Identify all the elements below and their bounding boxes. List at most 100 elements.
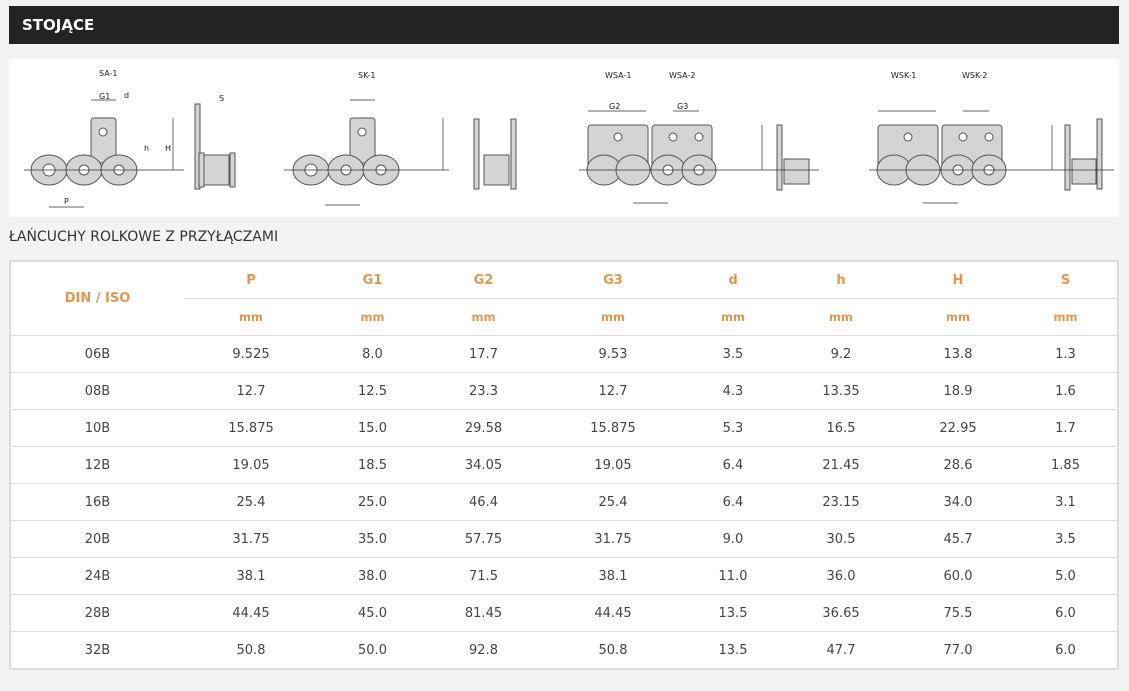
table-cell: 36.65 — [780, 594, 902, 632]
table-cell: 18.9 — [902, 372, 1014, 410]
table-cell: 34.0 — [902, 483, 1014, 521]
table-cell: 13.5 — [686, 631, 780, 670]
section-title: ŁAŃCUCHY ROLKOWE Z PRZYŁĄCZAMI — [9, 229, 279, 245]
col-header-H: H — [902, 261, 1014, 299]
unit: mm — [427, 298, 540, 336]
table-cell: 06B — [10, 335, 184, 373]
diagram-label-sk1: SK-1 — [358, 71, 375, 80]
table-cell: 57.75 — [427, 520, 540, 558]
unit: mm — [184, 298, 318, 336]
table-cell: 12B — [10, 446, 184, 484]
table-cell: 25.4 — [184, 483, 318, 521]
col-header-g2: G2 — [427, 261, 540, 299]
table-cell: 92.8 — [427, 631, 540, 670]
table-cell: 5.0 — [1014, 557, 1118, 595]
unit: mm — [540, 298, 686, 336]
specs-table: DIN / ISO P G1 G2 G3 d h H S mm mm mm mm… — [9, 260, 1119, 670]
table-cell: 77.0 — [902, 631, 1014, 670]
diagram-label-wsk1: WSK-1 — [891, 71, 916, 80]
table-cell: 28.6 — [902, 446, 1014, 484]
table-cell: 25.0 — [318, 483, 427, 521]
table-cell: 71.5 — [427, 557, 540, 595]
table-cell: 6.4 — [686, 446, 780, 484]
table-cell: 9.53 — [540, 335, 686, 373]
col-header-din-iso: DIN / ISO — [10, 261, 184, 336]
dim-g1: G1 — [99, 92, 110, 101]
table-cell: 81.45 — [427, 594, 540, 632]
table-cell: 32B — [10, 631, 184, 670]
unit: mm — [1014, 298, 1118, 336]
table-cell: 13.35 — [780, 372, 902, 410]
col-header-g3: G3 — [540, 261, 686, 299]
table-cell: 19.05 — [540, 446, 686, 484]
table-cell: 15.875 — [184, 409, 318, 447]
table-cell: 31.75 — [540, 520, 686, 558]
table-cell: 46.4 — [427, 483, 540, 521]
unit: mm — [902, 298, 1014, 336]
table-cell: 50.8 — [184, 631, 318, 670]
table-cell: 38.0 — [318, 557, 427, 595]
table-cell: 6.4 — [686, 483, 780, 521]
table-cell: 29.58 — [427, 409, 540, 447]
table-cell: 4.3 — [686, 372, 780, 410]
table-cell: 11.0 — [686, 557, 780, 595]
table-cell: 23.3 — [427, 372, 540, 410]
table-cell: 13.8 — [902, 335, 1014, 373]
table-cell: 1.85 — [1014, 446, 1118, 484]
dim-d: d — [124, 91, 129, 100]
table-cell: 3.5 — [1014, 520, 1118, 558]
table-cell: 75.5 — [902, 594, 1014, 632]
table-row: 24B 38.1 38.0 71.5 38.1 11.0 36.0 60.0 5.0 — [10, 557, 1118, 595]
table-cell: 8.0 — [318, 335, 427, 373]
table-cell: 08B — [10, 372, 184, 410]
chain-diagrams: SA-1 SK-1 WSA-1 WSA-2 WSK-1 WSK-2 G1 d h… — [24, 69, 1114, 208]
table-cell: 30.5 — [780, 520, 902, 558]
table-cell: 12.7 — [540, 372, 686, 410]
table-cell: 60.0 — [902, 557, 1014, 595]
table-row: 32B 50.8 50.0 92.8 50.8 13.5 47.7 77.0 6.0 — [10, 631, 1118, 670]
table-cell: 50.8 — [540, 631, 686, 670]
dim-p: P — [64, 197, 69, 206]
col-header-p: P — [184, 261, 318, 299]
table-cell: 1.7 — [1014, 409, 1118, 447]
table-cell: 5.3 — [686, 409, 780, 447]
table-cell: 50.0 — [318, 631, 427, 670]
table-cell: 13.5 — [686, 594, 780, 632]
table-cell: 9.0 — [686, 520, 780, 558]
table-cell: 9.525 — [184, 335, 318, 373]
table-row: 20B 31.75 35.0 57.75 31.75 9.0 30.5 45.7 3.5 — [10, 520, 1118, 558]
table-row: 28B 44.45 45.0 81.45 44.45 13.5 36.65 75.5 6.0 — [10, 594, 1118, 632]
table-cell: 12.7 — [184, 372, 318, 410]
table-cell: 21.45 — [780, 446, 902, 484]
table-cell: 3.1 — [1014, 483, 1118, 521]
table-cell: 10B — [10, 409, 184, 447]
table-row: 16B 25.4 25.0 46.4 25.4 6.4 23.15 34.0 3.1 — [10, 483, 1118, 521]
unit: mm — [318, 298, 427, 336]
table-cell: 44.45 — [540, 594, 686, 632]
diagram-label-wsa2: WSA-2 — [669, 71, 695, 80]
table-row: 06B 9.525 8.0 17.7 9.53 3.5 9.2 13.8 1.3 — [10, 335, 1118, 373]
dim-g2: G2 — [609, 102, 620, 111]
table-cell: 3.5 — [686, 335, 780, 373]
table-row: 12B 19.05 18.5 34.05 19.05 6.4 21.45 28.6 1.85 — [10, 446, 1118, 484]
table-cell: 1.3 — [1014, 335, 1118, 373]
unit: mm — [780, 298, 902, 336]
diagram-label-wsk2: WSK-2 — [962, 71, 987, 80]
table-cell: 22.95 — [902, 409, 1014, 447]
dim-s: S — [219, 94, 224, 103]
table-row: 10B 15.875 15.0 29.58 15.875 5.3 16.5 22.95 1.7 — [10, 409, 1118, 447]
col-header-s: S — [1014, 261, 1118, 299]
table-cell: 15.0 — [318, 409, 427, 447]
table-cell: 18.5 — [318, 446, 427, 484]
table-cell: 44.45 — [184, 594, 318, 632]
chain-diagrams-image: SA-1 SK-1 WSA-1 WSA-2 WSK-1 WSK-2 G1 d h… — [9, 59, 1119, 217]
table-cell: 36.0 — [780, 557, 902, 595]
col-header-d: d — [686, 261, 780, 299]
table-cell: 20B — [10, 520, 184, 558]
section-header: STOJĄCE — [9, 6, 1119, 44]
table-cell: 9.2 — [780, 335, 902, 373]
header-row: DIN / ISO P G1 G2 G3 d h H S — [10, 261, 1118, 336]
table-cell: 6.0 — [1014, 594, 1118, 632]
table-cell: 17.7 — [427, 335, 540, 373]
table-cell: 47.7 — [780, 631, 902, 670]
